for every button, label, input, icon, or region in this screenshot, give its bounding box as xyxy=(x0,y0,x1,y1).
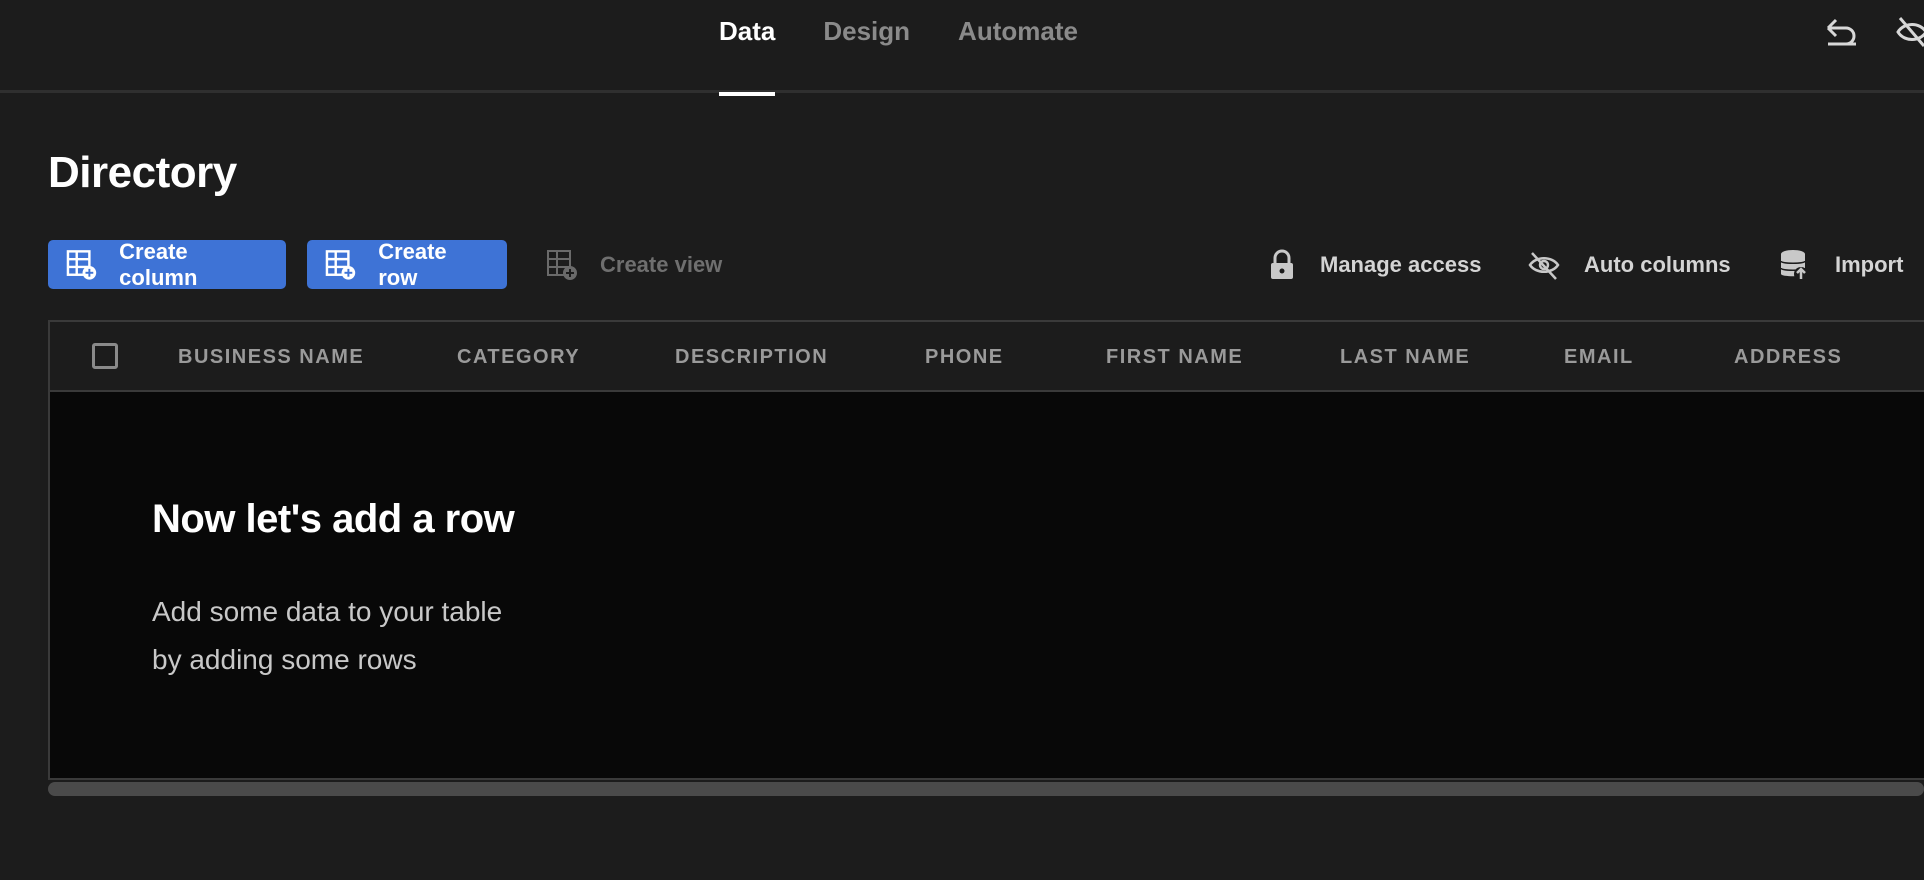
manage-access-button[interactable]: Manage access xyxy=(1268,240,1481,289)
manage-access-label: Manage access xyxy=(1320,251,1482,277)
column-header-last-name[interactable]: LAST NAME xyxy=(1340,346,1470,369)
empty-state-title: Now let's add a row xyxy=(152,497,515,541)
main-tabs: Data Design Automate xyxy=(719,0,1078,96)
empty-state-line-2: by adding some rows xyxy=(152,644,417,675)
lock-icon xyxy=(1271,249,1293,279)
create-row-label: Create row xyxy=(378,238,447,290)
table-add-icon xyxy=(66,249,97,280)
table-add-icon xyxy=(325,249,356,280)
import-label: Import xyxy=(1835,251,1904,277)
top-navigation: Data Design Automate xyxy=(0,0,1924,96)
visibility-off-icon xyxy=(1528,251,1560,280)
create-row-button[interactable]: Create row xyxy=(307,238,507,290)
create-view-label: Create view xyxy=(600,251,723,277)
auto-columns-label: Auto columns xyxy=(1584,251,1731,277)
database-import-icon xyxy=(1780,249,1808,281)
select-all-checkbox[interactable] xyxy=(92,343,118,369)
empty-state-description: Add some data to your table by adding so… xyxy=(152,588,612,684)
data-table: BUSINESS NAME CATEGORY DESCRIPTION PHONE… xyxy=(48,320,1924,780)
empty-state-line-1: Add some data to your table xyxy=(152,596,503,627)
column-header-address[interactable]: ADDRESS xyxy=(1734,346,1842,369)
horizontal-scrollbar[interactable] xyxy=(48,782,1924,796)
create-column-button[interactable]: Create column xyxy=(48,238,286,290)
tab-design[interactable]: Design xyxy=(823,0,910,93)
visibility-off-icon[interactable] xyxy=(1894,14,1924,50)
column-header-first-name[interactable]: FIRST NAME xyxy=(1106,346,1243,369)
table-header: BUSINESS NAME CATEGORY DESCRIPTION PHONE… xyxy=(50,322,1924,392)
page-title: Directory xyxy=(48,148,237,197)
column-header-phone[interactable]: PHONE xyxy=(925,346,1004,369)
column-header-business-name[interactable]: BUSINESS NAME xyxy=(178,346,364,369)
column-header-description[interactable]: DESCRIPTION xyxy=(675,346,828,369)
create-column-label: Create column xyxy=(119,238,198,290)
column-header-email[interactable]: EMAIL xyxy=(1564,346,1634,369)
tab-data[interactable]: Data xyxy=(719,0,776,96)
undo-icon[interactable] xyxy=(1824,14,1860,50)
column-header-category[interactable]: CATEGORY xyxy=(457,346,580,369)
auto-columns-button[interactable]: Auto columns xyxy=(1528,240,1731,289)
table-add-icon xyxy=(547,249,577,280)
create-view-button[interactable]: Create view xyxy=(546,240,722,289)
tab-automate[interactable]: Automate xyxy=(958,0,1078,93)
import-button[interactable]: Import xyxy=(1779,240,1903,289)
